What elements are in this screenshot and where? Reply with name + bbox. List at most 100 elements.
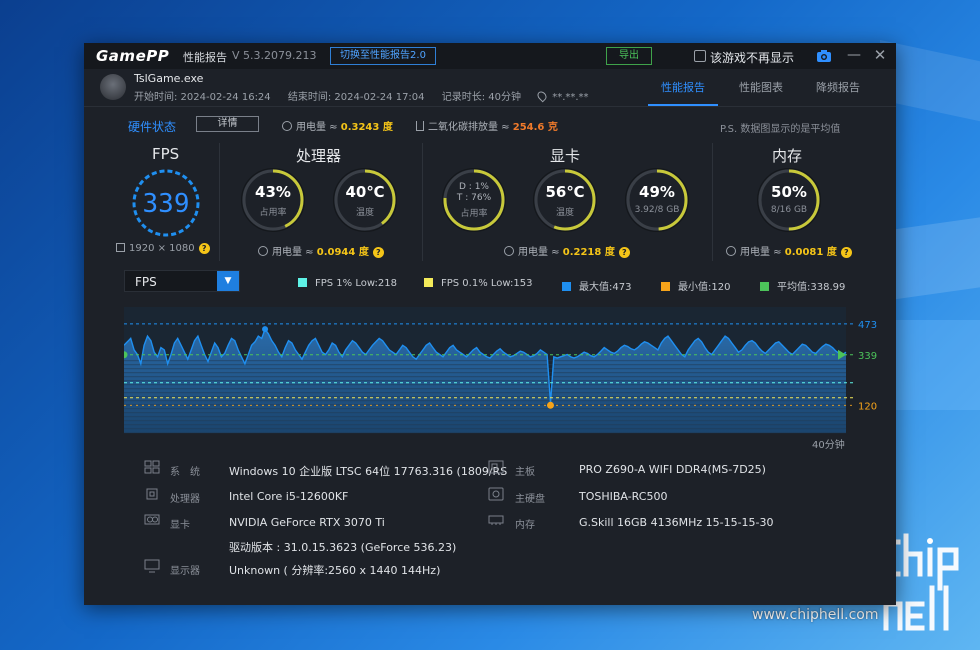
min-tick-label: 120 <box>858 401 877 412</box>
legend-swatch <box>298 278 307 287</box>
help-icon[interactable]: ? <box>840 247 852 258</box>
memory-power-value: 0.0081 度 <box>784 247 837 258</box>
gamepp-window: GamePP 性能报告 V 5.3.2079.213 切换至性能报告2.0 导出… <box>84 43 896 605</box>
power-prefix: 用电量 ≈ <box>296 122 341 133</box>
monitor-icon <box>144 559 160 573</box>
ram-value: G.Skill 16GB 4136MHz 15-15-15-30 <box>579 516 774 529</box>
legend-max: 最大值:473 <box>562 278 631 293</box>
co2-icon <box>416 121 424 131</box>
gpu-usage-d: D : 1% <box>459 182 489 192</box>
legend-swatch <box>661 282 670 291</box>
metric-selected: FPS <box>135 275 157 289</box>
legend-swatch <box>760 282 769 291</box>
co2-prefix: 二氧化碳排放量 ≈ <box>428 122 513 133</box>
average-note: P.S. 数据图显示的是平均值 <box>720 124 841 135</box>
gpu-label: 显卡 <box>170 520 190 531</box>
help-icon[interactable]: ? <box>618 247 630 258</box>
motherboard-value: PRO Z690-A WIFI DDR4(MS-7D25) <box>579 463 766 476</box>
monitor-icon <box>116 243 125 252</box>
section-divider <box>422 143 423 261</box>
ram-icon <box>488 515 504 525</box>
desktop-light-beam <box>895 320 980 410</box>
memory-power-prefix: 用电量 ≈ <box>740 247 785 258</box>
switch-report-v2-button[interactable]: 切换至性能报告2.0 <box>330 47 436 65</box>
gpu-power-value: 0.2218 度 <box>562 247 615 258</box>
chevron-down-icon[interactable]: ▼ <box>217 271 239 291</box>
windows-icon <box>144 460 160 474</box>
game-exe-name: TslGame.exe <box>134 72 204 85</box>
legend-label: 平均值:338.99 <box>777 282 846 293</box>
resolution-info: 1920 × 1080? <box>116 243 210 254</box>
co2-value: 254.6 克 <box>512 122 558 133</box>
fps-gauge: 339 <box>130 167 202 239</box>
cpu-temp-gauge: 40℃ 温度 <box>332 167 398 233</box>
memory-power: 用电量 ≈ 0.0081 度? <box>726 243 852 258</box>
fps-value: 339 <box>142 189 190 219</box>
no-show-label: 该游戏不再显示 <box>710 51 795 65</box>
help-icon[interactable]: ? <box>198 243 210 254</box>
legend-label: 最大值:473 <box>579 282 632 293</box>
gpu-temp-value: 56℃ <box>545 183 585 201</box>
gpu-vram-label: 3.92/8 GB <box>634 205 680 215</box>
fps-section-title: FPS <box>152 145 180 163</box>
location-value: **.**.** <box>552 92 589 103</box>
fps-chart[interactable]: 473 339 120 <box>124 305 904 455</box>
cpu-value: Intel Core i5-12600KF <box>229 490 349 503</box>
minimize-button[interactable]: — <box>846 47 862 65</box>
co2-emission: 二氧化碳排放量 ≈ 254.6 克 <box>416 118 558 133</box>
cpu-usage-gauge: 43% 占用率 <box>240 167 306 233</box>
start-time: 开始时间: 2024-02-24 16:24 <box>134 92 271 103</box>
cpu-temp-value: 40℃ <box>345 183 385 201</box>
title-bar[interactable]: GamePP 性能报告 V 5.3.2079.213 切换至性能报告2.0 导出… <box>84 43 896 69</box>
total-power: 用电量 ≈ 0.3243 度 <box>282 118 393 133</box>
desktop-light-beam <box>890 213 980 300</box>
legend-min: 最小值:120 <box>661 278 730 293</box>
motherboard-label: 主板 <box>515 467 535 478</box>
legend-fps-1-low: FPS 1% Low:218 <box>298 278 397 289</box>
tab-throttle-report[interactable]: 降频报告 <box>816 79 860 95</box>
disk-label: 主硬盘 <box>515 494 545 505</box>
metric-dropdown[interactable]: FPS ▼ <box>124 270 240 292</box>
memory-usage-label: 8/16 GB <box>770 205 808 215</box>
cpu-power-prefix: 用电量 ≈ <box>272 247 317 258</box>
location-pin-icon <box>535 89 549 103</box>
cpu-temp-label: 温度 <box>355 208 374 218</box>
cpu-section-title: 处理器 <box>296 147 342 165</box>
power-icon <box>504 246 514 256</box>
legend-label: FPS 1% Low:218 <box>315 278 397 289</box>
tab-performance-chart[interactable]: 性能图表 <box>739 79 783 95</box>
camera-icon[interactable] <box>816 49 832 63</box>
session-info-bar: TslGame.exe 开始时间: 2024-02-24 16:24 结束时间:… <box>84 69 896 107</box>
disk-icon <box>488 487 504 501</box>
help-icon[interactable]: ? <box>372 247 384 258</box>
gpu-temp-label: 温度 <box>555 208 574 218</box>
tab-performance-report[interactable]: 性能报告 <box>661 79 705 95</box>
max-point <box>262 326 269 333</box>
legend-swatch <box>424 278 433 287</box>
export-button[interactable]: 导出 <box>606 47 652 65</box>
gpu-value: NVIDIA GeForce RTX 3070 Ti <box>229 516 385 529</box>
disk-value: TOSHIBA-RC500 <box>579 490 668 503</box>
session-times: 开始时间: 2024-02-24 16:24 结束时间: 2024-02-24 … <box>134 88 603 103</box>
chiphell-watermark-url: www.chiphell.com <box>752 607 879 623</box>
window-title: 性能报告 <box>183 51 227 64</box>
gpu-temp-gauge: 56℃ 温度 <box>532 167 598 233</box>
os-label: 系 统 <box>170 467 200 478</box>
game-avatar <box>100 74 126 100</box>
close-button[interactable]: ✕ <box>872 46 888 64</box>
no-show-checkbox[interactable] <box>694 50 706 62</box>
cpu-power: 用电量 ≈ 0.0944 度? <box>258 243 384 258</box>
cpu-usage-label: 占用率 <box>259 208 287 218</box>
driver-value: 驱动版本 : 31.0.15.3623 (GeForce 536.23) <box>229 541 457 554</box>
legend-label: FPS 0.1% Low:153 <box>441 278 533 289</box>
avg-tick-label: 339 <box>858 351 877 362</box>
cpu-usage-value: 43% <box>255 183 291 201</box>
display-label: 显示器 <box>170 566 200 577</box>
gpu-card-icon <box>144 514 160 525</box>
legend-fps-01-low: FPS 0.1% Low:153 <box>424 278 533 289</box>
hardware-status-title: 硬件状态 <box>128 120 177 134</box>
power-icon <box>726 246 736 256</box>
power-value: 0.3243 度 <box>340 122 393 133</box>
gpu-usage-t: T : 76% <box>456 193 492 203</box>
details-button[interactable]: 详情 <box>196 116 259 132</box>
